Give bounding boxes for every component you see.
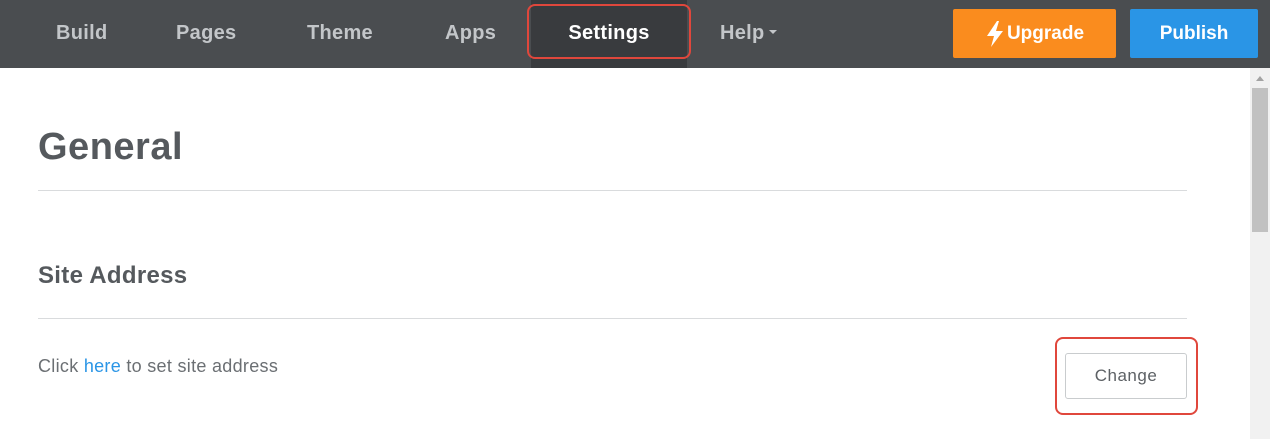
scroll-up-arrow-icon[interactable] (1256, 76, 1264, 81)
description-prefix: Click (38, 356, 84, 376)
description-suffix: to set site address (121, 356, 279, 376)
section-title-site-address: Site Address (38, 262, 188, 289)
title-divider (38, 190, 1187, 191)
here-link[interactable]: here (84, 356, 121, 376)
vertical-scrollbar[interactable] (1250, 68, 1270, 439)
site-address-description: Click here to set site address (38, 356, 278, 377)
page-title: General (38, 126, 184, 168)
change-button[interactable]: Change (1065, 353, 1187, 399)
scrollbar-thumb[interactable] (1252, 88, 1268, 232)
section-divider (38, 318, 1187, 319)
change-label: Change (1094, 366, 1158, 385)
